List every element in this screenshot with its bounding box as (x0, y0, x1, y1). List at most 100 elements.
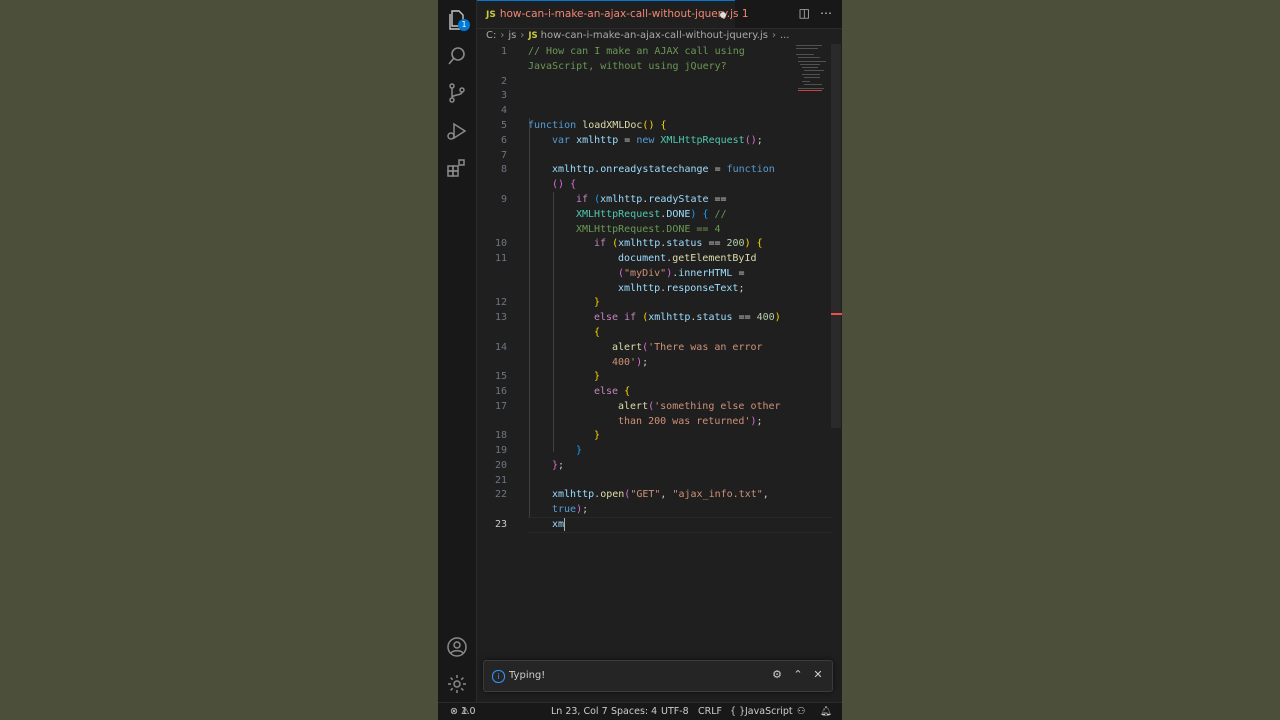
minimap-row (798, 61, 826, 62)
code-line: 3 (477, 88, 837, 103)
code-line: XMLHttpRequest.DONE) { // (477, 207, 837, 222)
feedback-icon[interactable]: ⚇ (797, 703, 806, 720)
code-token: xm (552, 517, 566, 532)
settings-gear-icon[interactable] (445, 672, 469, 696)
account-icon[interactable] (445, 635, 469, 659)
code-token: { (702, 209, 709, 220)
code-token: = (708, 164, 727, 175)
code-token: // (714, 209, 727, 220)
source-control-icon[interactable] (445, 81, 469, 105)
code-token: XMLHttpRequest.DONE) { // (576, 207, 727, 222)
code-token: , (660, 489, 673, 500)
line-ending[interactable]: CRLF (698, 703, 722, 720)
code-token: function (726, 164, 775, 175)
close-icon[interactable]: ✕ (811, 668, 825, 681)
editor-tab[interactable]: JS how-can-i-make-an-ajax-call-without-jq… (477, 0, 749, 28)
code-token: xmlhttp (576, 135, 619, 146)
code-token: = (732, 268, 745, 279)
code-token: , (762, 489, 769, 500)
minimap[interactable] (794, 44, 826, 104)
run-debug-icon[interactable] (445, 119, 469, 143)
code-token: () (552, 179, 565, 190)
notification-toast: i Typing! ⚙ ⌃ ✕ (483, 660, 833, 692)
line-number: 10 (494, 238, 507, 249)
minimap-row (796, 48, 818, 49)
breadcrumb-more[interactable]: ... (780, 30, 790, 41)
code-token: getElementById (672, 253, 757, 264)
code-line: 15} (477, 369, 837, 384)
js-file-icon: JS (528, 31, 538, 41)
extensions-icon[interactable] (445, 156, 469, 180)
gear-icon[interactable]: ⚙ (770, 668, 784, 681)
code-token: responseText (666, 283, 739, 294)
chevron-up-icon[interactable]: ⌃ (791, 668, 805, 681)
code-token: xmlhttp (618, 238, 661, 249)
line-number: 3 (500, 90, 507, 101)
code-token: { (594, 327, 601, 338)
code-token: than 200 was returned' (618, 416, 751, 427)
code-token: DONE (666, 209, 691, 220)
line-number: 20 (494, 460, 507, 471)
code-line-current: 23 xm (477, 517, 837, 532)
chevron-right-icon: › (771, 30, 776, 41)
line-number: 11 (494, 253, 507, 264)
code-token: () (642, 120, 655, 131)
code-line: 14 alert('There was an error (477, 340, 837, 355)
explorer-icon[interactable]: 1 (445, 8, 470, 32)
encoding[interactable]: UTF-8 (661, 703, 689, 720)
code-token: = (618, 135, 637, 146)
minimap-row (802, 67, 818, 68)
code-line: 17 alert('something else other (477, 399, 837, 414)
code-token: if (624, 312, 637, 323)
code-token: if (xmlhttp.readyState == (576, 192, 727, 207)
code-editor[interactable]: 1 // How can I make an AJAX call using Ja… (477, 44, 833, 660)
code-token: ; (756, 416, 763, 427)
code-token: { (660, 120, 667, 131)
unsaved-dot-icon[interactable] (720, 12, 726, 18)
problems-status[interactable]: ⊗ 1 ⚠ 0 (450, 703, 476, 720)
language-mode[interactable]: JavaScript (745, 703, 793, 720)
code-token: "myDiv" (624, 268, 667, 279)
code-line: XMLHttpRequest.DONE == 4 (477, 222, 837, 237)
code-token: ) (744, 238, 751, 249)
explorer-badge: 1 (458, 19, 470, 31)
line-number: 23 (494, 519, 507, 530)
code-line: JavaScript, without using jQuery? (477, 59, 837, 74)
cursor-position[interactable]: Ln 23, Col 7 (551, 703, 608, 720)
code-token: var xmlhttp = new XMLHttpRequest(); (552, 133, 763, 148)
code-token: ("myDiv").innerHTML = (618, 266, 744, 281)
code-token: == (702, 238, 727, 249)
breadcrumb-drive[interactable]: C: (486, 30, 496, 41)
more-actions-icon[interactable]: ⋯ (820, 6, 832, 20)
code-token: if (594, 238, 607, 249)
code-token: } (576, 445, 583, 456)
vertical-scrollbar[interactable] (831, 44, 841, 428)
code-token: "GET" (630, 489, 661, 500)
tab-bar: JS how-can-i-make-an-ajax-call-without-jq… (477, 0, 842, 29)
breadcrumb-file[interactable]: how-can-i-make-an-ajax-call-without-jque… (541, 30, 768, 41)
code-token: alert (618, 401, 649, 412)
text-cursor (564, 517, 566, 531)
code-token: { (756, 238, 763, 249)
code-token: () (744, 135, 757, 146)
code-line: 5 function loadXMLDoc() { (477, 118, 837, 133)
code-token: 400' (612, 357, 637, 368)
split-editor-icon[interactable]: ◫ (799, 6, 810, 20)
code-line: 2 (477, 74, 837, 89)
line-number: 19 (494, 445, 507, 456)
code-token: xmlhttp (552, 489, 595, 500)
code-line: 18} (477, 428, 837, 443)
code-line: 1 // How can I make an AJAX call using (477, 44, 837, 59)
code-token: 400'); (612, 355, 648, 370)
code-token: XMLHttpRequest.DONE == 4 (576, 224, 721, 235)
breadcrumb-folder[interactable]: js (508, 30, 516, 41)
indentation[interactable]: Spaces: 4 (611, 703, 657, 720)
search-icon[interactable] (445, 44, 469, 68)
code-token: new (636, 135, 655, 146)
code-line: 12} (477, 295, 837, 310)
line-number: 4 (500, 105, 507, 116)
code-line: 20}; (477, 458, 837, 473)
chevron-right-icon: › (500, 30, 505, 41)
code-token: else { (594, 384, 630, 399)
bell-icon[interactable]: 🔔︎ (820, 703, 832, 720)
